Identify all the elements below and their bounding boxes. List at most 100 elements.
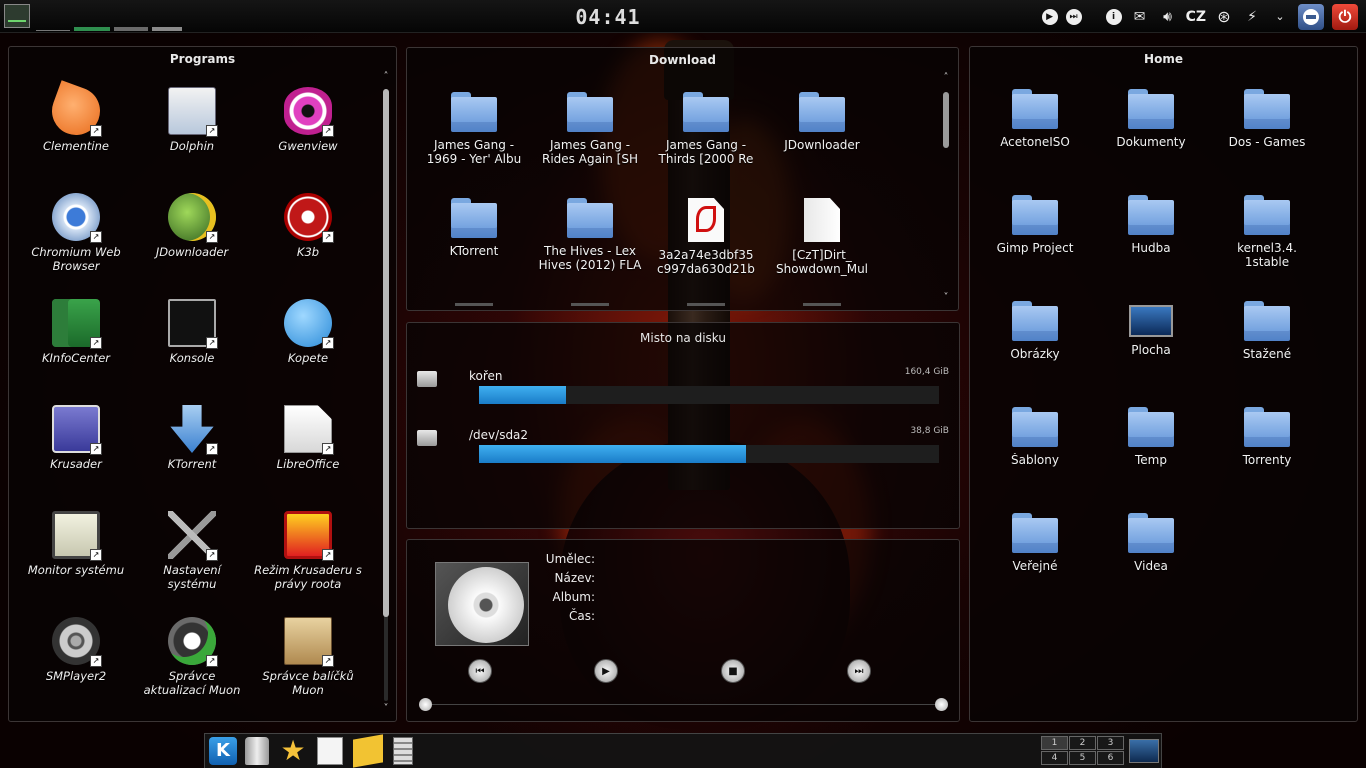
disk-row[interactable]: kořen 160,4 GiB [417, 365, 949, 415]
desktop-6[interactable]: 6 [1097, 751, 1124, 765]
program-smplayer[interactable]: ↗ SMPlayer2 [21, 617, 131, 683]
program-krusader[interactable]: ↗ Krusader [21, 405, 131, 471]
system-monitor-applet-icon[interactable] [4, 4, 30, 28]
program-muon-updater[interactable]: ↗ Správce aktualizací Muon [137, 617, 247, 697]
scroll-down-icon[interactable]: ˅ [941, 292, 951, 303]
home-item[interactable]: Stažené [1214, 301, 1320, 375]
home-item-label: Torrenty [1242, 453, 1292, 467]
folder-icon [1244, 195, 1290, 235]
program-gwenview[interactable]: ↗ Gwenview [253, 87, 363, 153]
seek-end-knob[interactable] [935, 698, 948, 711]
shortcut-arrow-icon: ↗ [206, 231, 218, 243]
show-desktop-icon[interactable] [1129, 739, 1159, 763]
seek-start-knob[interactable] [419, 698, 432, 711]
folder-icon [1128, 195, 1174, 235]
program-chromium[interactable]: ↗ Chromium Web Browser [21, 193, 131, 273]
desktop-3[interactable]: 3 [1097, 736, 1124, 750]
program-system-monitor[interactable]: ↗ Monitor systému [21, 511, 131, 577]
download-item-label: JDownloader [784, 138, 860, 152]
download-item[interactable]: 3a2a74e3dbf35 c997da630d21b [653, 198, 759, 276]
keyboard-layout[interactable]: CZ [1186, 9, 1206, 25]
program-k3b[interactable]: ↗ K3b [253, 193, 363, 259]
download-item[interactable]: KTorrent [421, 198, 527, 272]
desktop-2[interactable]: 2 [1069, 736, 1096, 750]
scroll-thumb[interactable] [943, 92, 949, 148]
chevron-down-icon[interactable]: ⌄ [1270, 7, 1290, 27]
folder-icon [567, 198, 613, 238]
scroll-up-icon[interactable]: ˄ [941, 72, 951, 83]
program-konsole[interactable]: ↗ Konsole [137, 299, 247, 365]
program-system-settings[interactable]: ↗ Nastavení systému [137, 511, 247, 591]
program-muon-package[interactable]: ↗ Správce balíčků Muon [253, 617, 363, 697]
program-krusader-root[interactable]: ↗ Režim Krusaderu s právy roota [253, 511, 363, 591]
home-item-label: kernel3.4. 1stable [1237, 241, 1297, 269]
program-clementine[interactable]: ↗ Clementine [21, 80, 131, 153]
scroll-thumb[interactable] [383, 89, 389, 617]
program-dolphin[interactable]: ↗ Dolphin [137, 87, 247, 153]
home-item[interactable]: Dokumenty [1098, 89, 1204, 163]
home-item[interactable]: Veřejné [982, 513, 1088, 587]
download-scrollbar[interactable]: ˄ ˅ [941, 72, 951, 306]
network-graph [152, 27, 182, 31]
play-button[interactable]: ▶ [594, 659, 618, 683]
memory-graph [74, 27, 110, 31]
home-item-label: Plocha [1131, 343, 1171, 357]
program-kopete[interactable]: ↗ Kopete [253, 299, 363, 365]
programs-scrollbar[interactable]: ˄ ˅ [381, 71, 391, 717]
stop-button[interactable]: ■ [721, 659, 745, 683]
clock[interactable]: 04:41 [560, 5, 656, 29]
power-button[interactable]: ⏻ [1332, 3, 1358, 30]
download-item[interactable]: James Gang - Thirds [2000 Re [653, 92, 759, 166]
folder-icon [567, 92, 613, 132]
previous-button[interactable]: ⏮ [468, 659, 492, 683]
scroll-down-icon[interactable]: ˅ [381, 703, 391, 714]
desktop-1[interactable]: 1 [1041, 736, 1068, 750]
home-item[interactable]: Gimp Project [982, 195, 1088, 269]
home-item[interactable]: Obrázky [982, 301, 1088, 375]
network-icon[interactable]: ⚡ [1242, 7, 1262, 27]
home-item[interactable]: Plocha [1098, 301, 1204, 371]
usb-icon[interactable]: ⊛ [1214, 7, 1234, 27]
home-item[interactable]: kernel3.4. 1stable [1214, 195, 1320, 269]
home-item[interactable]: Hudba [1098, 195, 1204, 269]
program-label: Kopete [287, 351, 329, 365]
calculator-icon[interactable] [393, 737, 413, 765]
artist-label: Umělec: [545, 552, 595, 566]
trash-icon[interactable] [245, 737, 269, 765]
play-icon[interactable]: ▶ [1041, 8, 1058, 25]
program-ktorrent[interactable]: ↗ KTorrent [137, 405, 247, 471]
program-libreoffice[interactable]: ↗ LibreOffice [253, 405, 363, 471]
download-item[interactable]: JDownloader [769, 92, 875, 166]
info-icon[interactable]: i [1105, 8, 1122, 25]
download-item[interactable]: James Gang - Rides Again [SH [537, 92, 643, 166]
download-item[interactable]: The Hives - Lex Hives (2012) FLA [537, 198, 643, 272]
program-label: Chromium Web Browser [31, 245, 121, 273]
desktop-5[interactable]: 5 [1069, 751, 1096, 765]
program-kinfocenter[interactable]: ↗ KInfoCenter [21, 299, 131, 365]
disk-row[interactable]: /dev/sda2 38,8 GiB [417, 424, 949, 474]
favorites-star-icon[interactable]: ★ [279, 737, 307, 765]
home-item[interactable]: Temp [1098, 407, 1204, 481]
home-item[interactable]: Torrenty [1214, 407, 1320, 481]
mail-icon[interactable]: ✉ [1130, 7, 1150, 27]
program-label: Gwenview [278, 139, 338, 153]
volume-icon[interactable]: 🔊︎ [1158, 7, 1178, 27]
kde-menu-icon[interactable]: K [209, 737, 237, 765]
next-track-icon[interactable]: ⏭ [1065, 8, 1082, 25]
scroll-up-icon[interactable]: ˄ [381, 71, 391, 82]
sticky-note-icon[interactable] [353, 734, 383, 768]
notes-icon[interactable] [317, 737, 343, 765]
seek-track[interactable] [425, 704, 941, 705]
home-item[interactable]: Videa [1098, 513, 1204, 587]
download-item[interactable]: [CzT]Dirt_ Showdown_Mul [769, 198, 875, 276]
next-button[interactable]: ⏭ [847, 659, 871, 683]
program-jdownloader[interactable]: ↗ JDownloader [137, 193, 247, 259]
download-item-label: 3a2a74e3dbf35 c997da630d21b [657, 248, 755, 276]
download-item[interactable]: James Gang - 1969 - Yer' Albu [421, 92, 527, 166]
home-item[interactable]: Dos - Games [1214, 89, 1320, 163]
home-item[interactable]: Šablony [982, 407, 1088, 481]
home-item[interactable]: AcetoneISO [982, 89, 1088, 163]
lock-screen-button[interactable] [1298, 3, 1324, 30]
folder-icon [1012, 89, 1058, 129]
desktop-4[interactable]: 4 [1041, 751, 1068, 765]
